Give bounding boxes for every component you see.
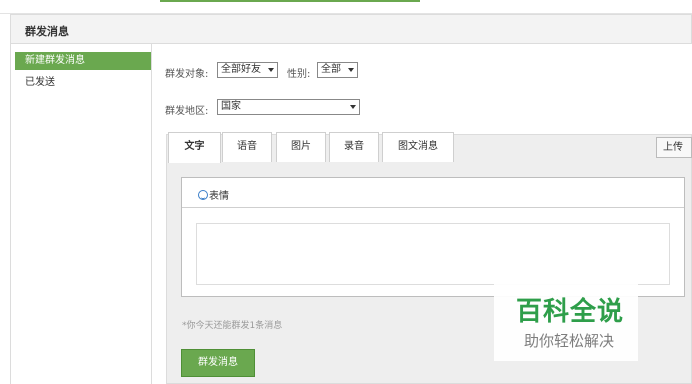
top-accent-line bbox=[160, 0, 420, 2]
sidebar-item-new-broadcast[interactable]: 新建群发消息 bbox=[15, 52, 151, 70]
gender-label: 性别: bbox=[287, 69, 311, 80]
watermark-subtitle: 助你轻松解决 bbox=[524, 332, 615, 350]
remaining-count-hint: *你今天还能群发1条消息 bbox=[182, 321, 283, 331]
send-broadcast-button[interactable]: 群发消息 bbox=[181, 349, 255, 377]
emoji-button[interactable]: 表情 bbox=[198, 187, 229, 202]
message-editor: 表情 bbox=[181, 177, 685, 297]
upload-button[interactable]: 上传 bbox=[656, 137, 692, 158]
watermark-logo: 百科全说 助你轻松解决 bbox=[494, 283, 638, 361]
tab-image[interactable]: 图片 bbox=[276, 132, 326, 162]
target-select[interactable]: 全部好友 bbox=[217, 62, 278, 78]
tab-text[interactable]: 文字 bbox=[168, 132, 221, 163]
message-textarea[interactable] bbox=[196, 223, 670, 285]
tab-rich-message[interactable]: 图文消息 bbox=[382, 132, 454, 162]
target-label: 群发对象: bbox=[165, 69, 209, 80]
emoji-label: 表情 bbox=[209, 191, 229, 202]
editor-toolbar: 表情 bbox=[182, 178, 684, 208]
chevron-down-icon bbox=[350, 105, 356, 109]
top-bar bbox=[0, 0, 692, 14]
sidebar: 新建群发消息 已发送 bbox=[10, 44, 152, 384]
region-select[interactable]: 国家 bbox=[217, 99, 360, 115]
region-select-value: 国家 bbox=[221, 101, 241, 112]
region-label: 群发地区: bbox=[165, 106, 209, 117]
gender-select[interactable]: 全部 bbox=[317, 62, 358, 78]
gender-select-value: 全部 bbox=[321, 64, 341, 75]
chevron-down-icon bbox=[348, 68, 354, 72]
smiley-icon bbox=[198, 190, 208, 200]
sidebar-item-sent[interactable]: 已发送 bbox=[15, 74, 151, 92]
chevron-down-icon bbox=[268, 68, 274, 72]
tab-recording[interactable]: 录音 bbox=[329, 132, 379, 162]
tab-voice[interactable]: 语音 bbox=[222, 132, 272, 162]
watermark-title: 百科全说 bbox=[516, 297, 625, 327]
page-title: 群发消息 bbox=[25, 25, 69, 38]
page-header: 群发消息 bbox=[10, 14, 692, 44]
target-select-value: 全部好友 bbox=[221, 64, 261, 75]
